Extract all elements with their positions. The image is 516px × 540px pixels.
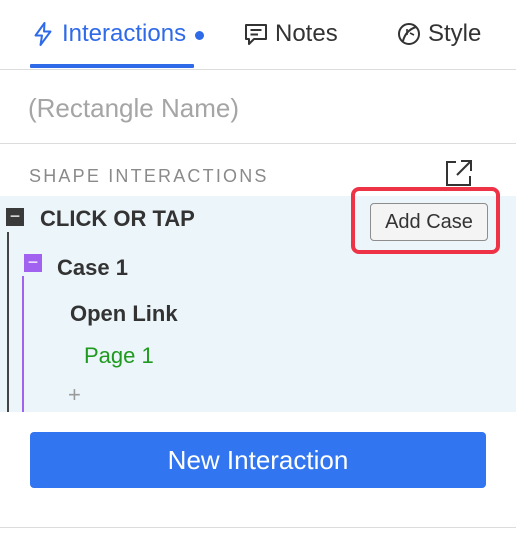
tab-notes-label: Notes xyxy=(275,20,338,47)
lightning-icon xyxy=(30,21,56,47)
action-label[interactable]: Open Link xyxy=(70,301,178,327)
divider xyxy=(0,527,516,528)
case-label[interactable]: Case 1 xyxy=(57,255,128,281)
tab-notes[interactable]: Notes xyxy=(243,16,338,52)
tab-style-label: Style xyxy=(428,20,482,47)
active-tab-indicator xyxy=(30,64,194,68)
collapse-case-button[interactable]: − xyxy=(24,253,42,272)
add-case-button[interactable]: Add Case xyxy=(370,203,488,241)
new-interaction-button[interactable]: New Interaction xyxy=(30,432,486,488)
link-target[interactable]: Page 1 xyxy=(84,343,154,369)
shape-name-section xyxy=(0,70,516,144)
tab-bar: Interactions Notes Style xyxy=(0,0,516,70)
shape-name-input[interactable] xyxy=(28,90,488,126)
event-label[interactable]: CLICK OR TAP xyxy=(40,206,195,232)
section-title: SHAPE INTERACTIONS xyxy=(29,166,269,186)
case-tree-line xyxy=(22,276,24,412)
tab-interactions-label: Interactions xyxy=(62,20,187,47)
external-link-icon[interactable] xyxy=(444,158,474,188)
leaf-icon xyxy=(396,21,422,47)
tab-style[interactable]: Style xyxy=(396,16,481,52)
tab-interactions[interactable]: Interactions xyxy=(30,16,205,52)
collapse-event-button[interactable]: − xyxy=(6,207,24,226)
event-tree-line xyxy=(7,232,9,412)
add-action-button[interactable]: + xyxy=(68,384,81,406)
unsaved-dot-indicator xyxy=(195,30,205,40)
speech-bubble-icon xyxy=(243,21,269,47)
